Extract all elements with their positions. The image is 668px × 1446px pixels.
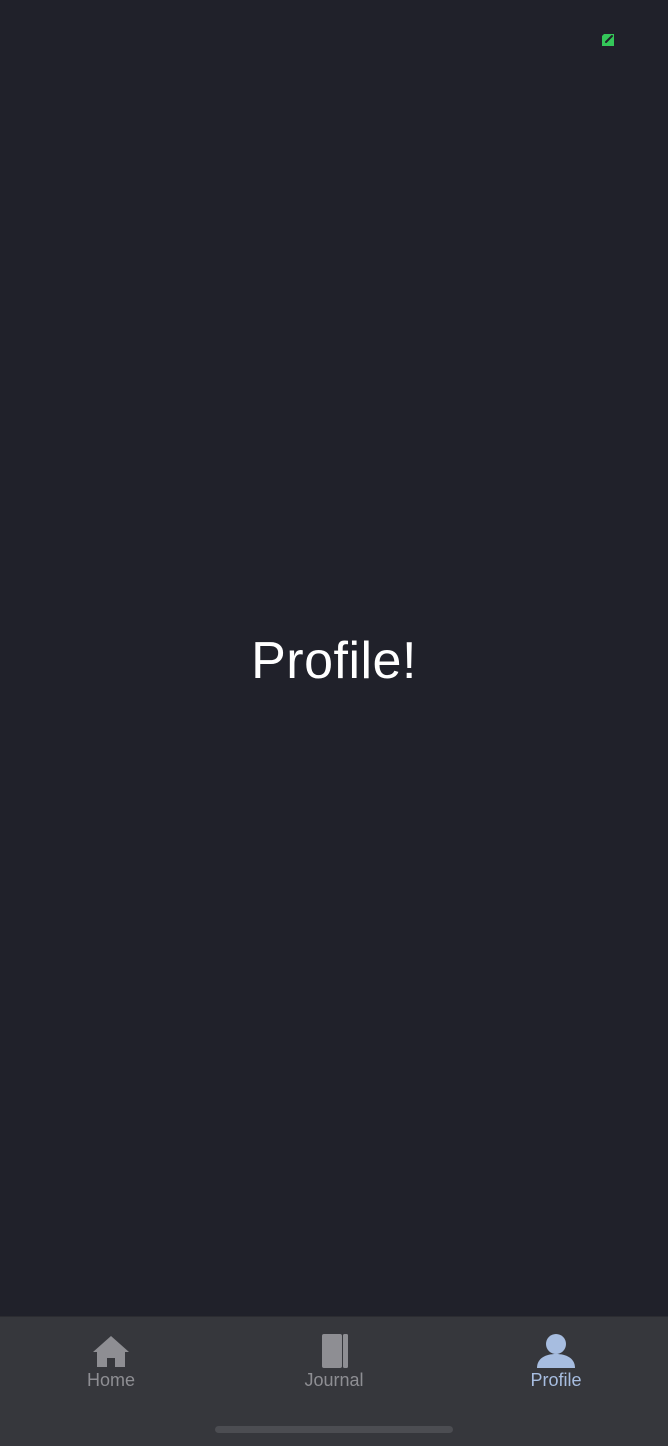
profile-screen: Profile! Home Journal Profile xyxy=(0,0,668,1446)
home-icon xyxy=(93,1336,129,1367)
bottom-tab-bar: Home Journal Profile xyxy=(0,1316,668,1446)
home-indicator xyxy=(215,1426,453,1433)
tab-journal[interactable]: Journal xyxy=(223,1333,445,1393)
person-icon xyxy=(537,1334,575,1368)
tab-journal-label: Journal xyxy=(304,1370,364,1390)
journal-icon xyxy=(322,1334,348,1368)
tab-profile[interactable]: Profile xyxy=(445,1333,667,1393)
tab-home[interactable]: Home xyxy=(0,1333,222,1393)
tab-profile-label: Profile xyxy=(530,1370,582,1390)
page-title: Profile! xyxy=(251,632,417,690)
tab-home-label: Home xyxy=(86,1370,135,1390)
main-content: Profile! xyxy=(0,0,668,1316)
